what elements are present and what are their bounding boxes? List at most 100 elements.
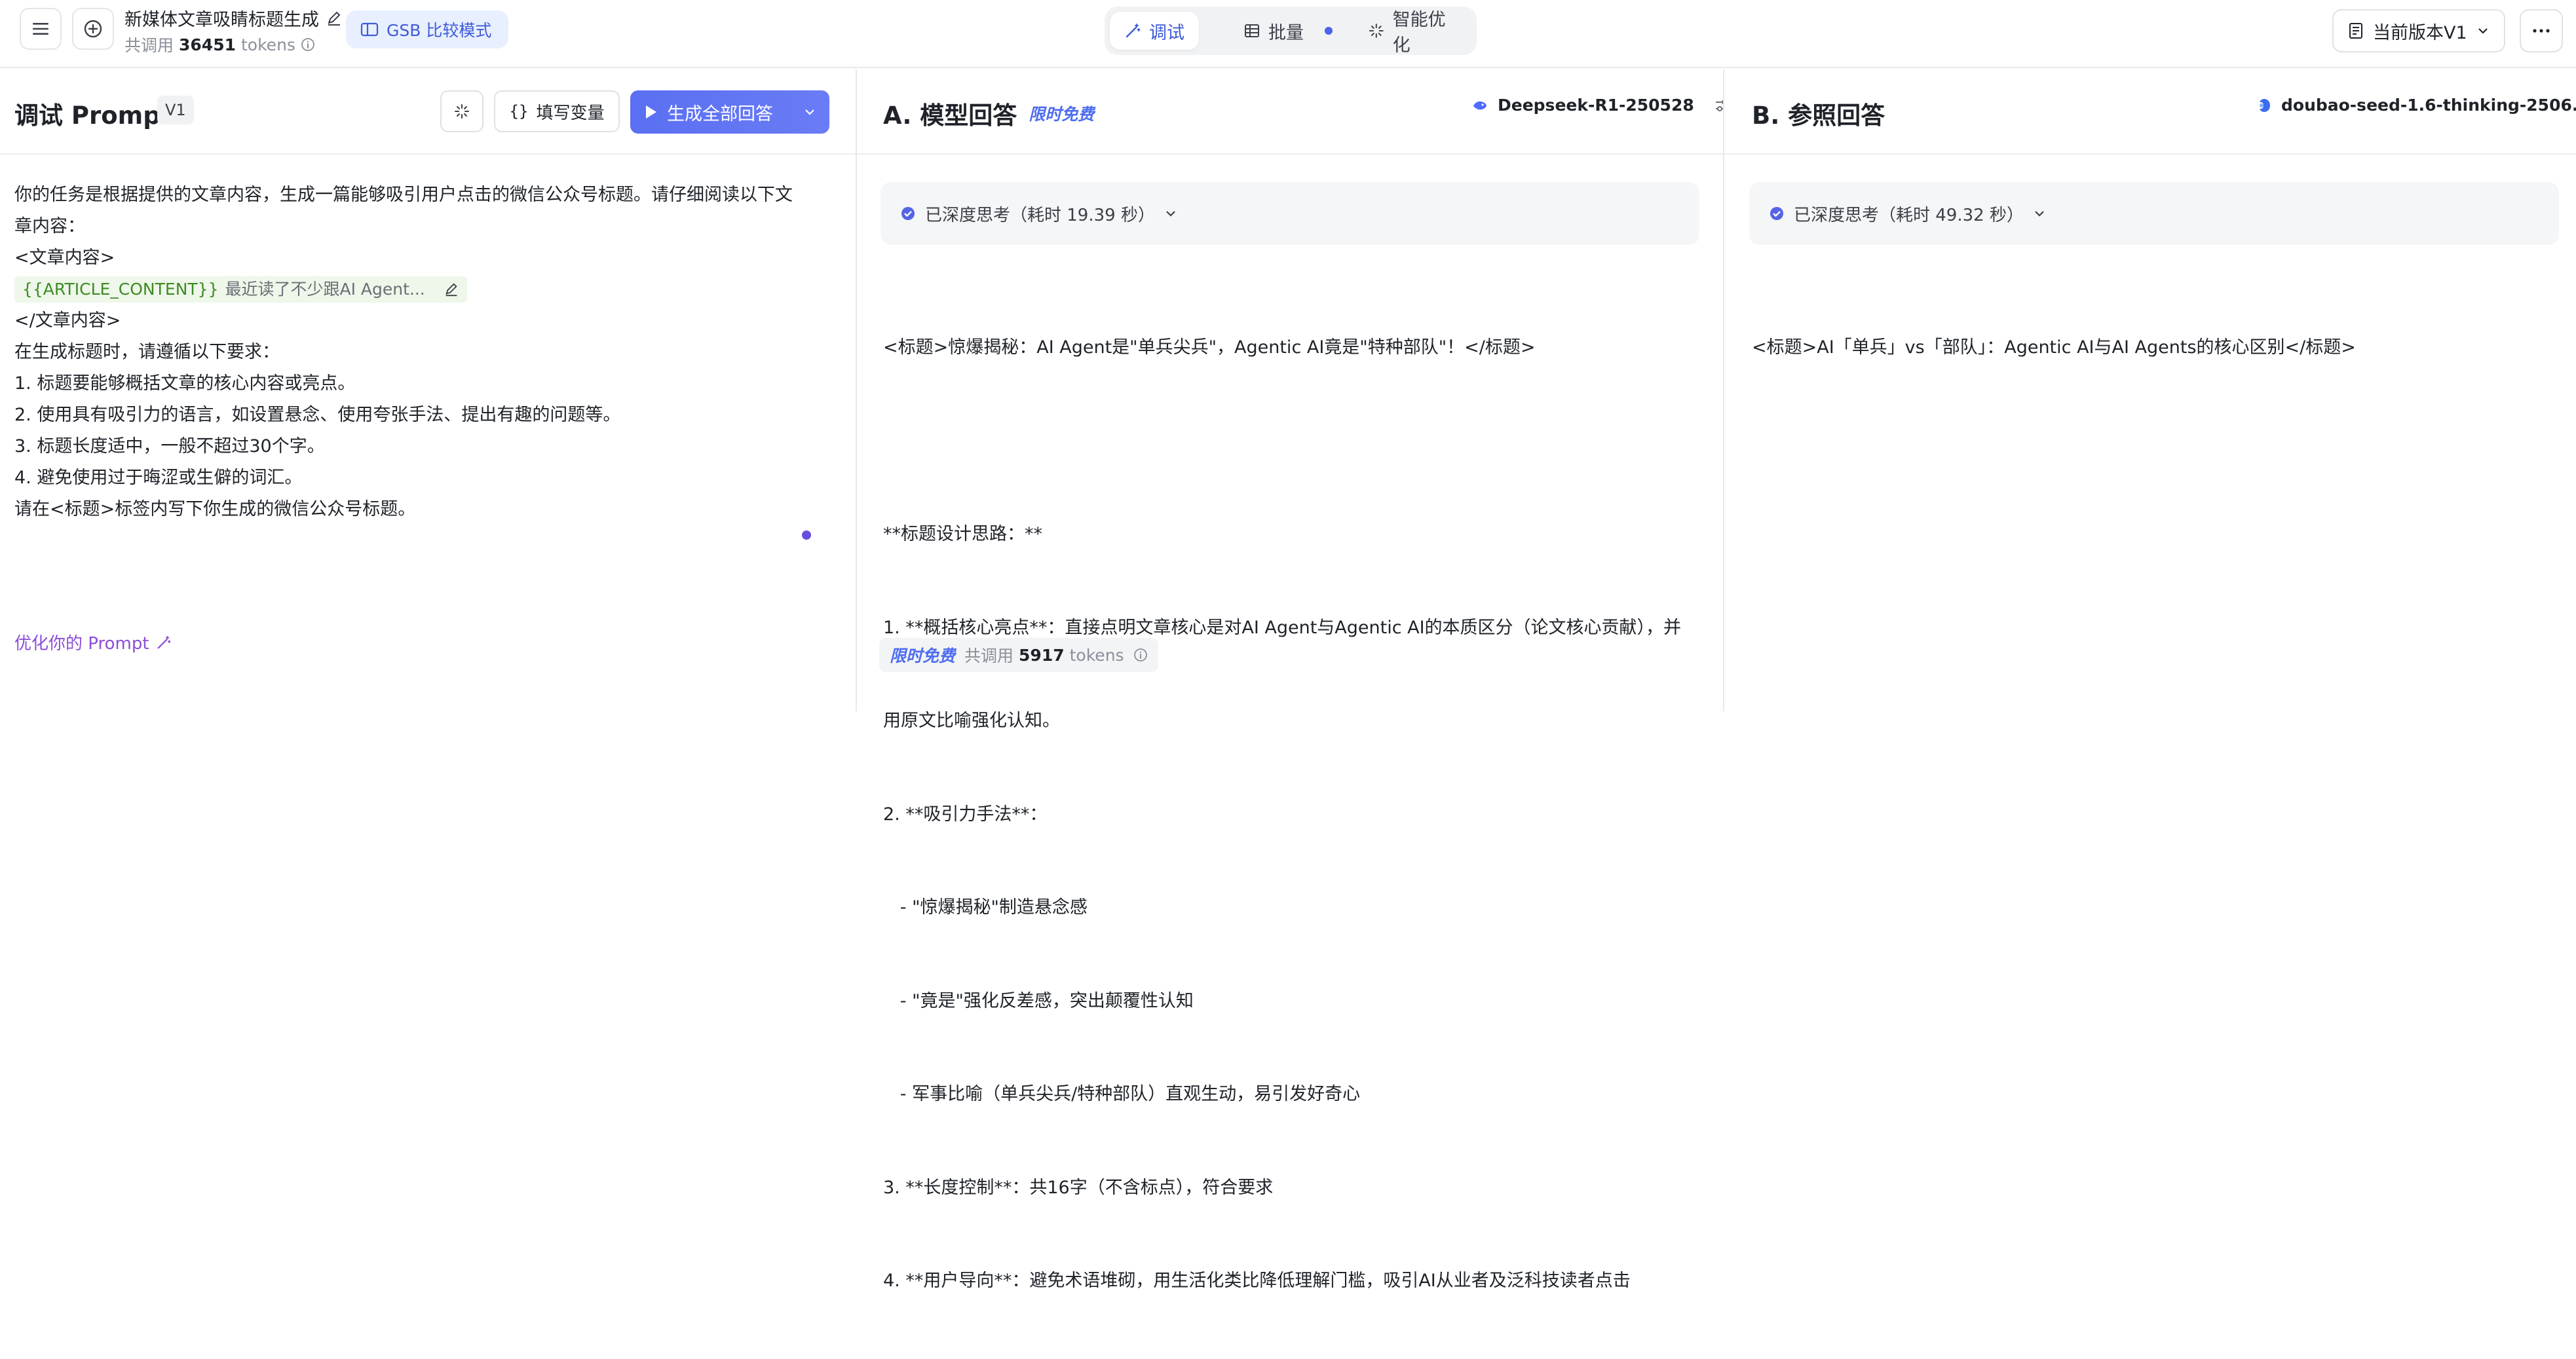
status-dot bbox=[802, 531, 811, 540]
prompt-line: 在生成标题时，请遵循以下要求： bbox=[14, 342, 280, 362]
answer-line: - "竟是"强化反差感，突出颠覆性认知 bbox=[883, 990, 1194, 1011]
answer-line: 4. **用户导向**：避免术语堆砌，用生活化类比降低理解门槛，吸引AI从业者及… bbox=[883, 1271, 1631, 1291]
sparkle-icon bbox=[455, 104, 469, 119]
table-icon bbox=[1245, 24, 1259, 37]
chevron-down-icon[interactable] bbox=[803, 105, 816, 119]
tab-debug[interactable]: 调试 bbox=[1110, 12, 1199, 50]
answer-line: <标题>AI「单兵」vs「部队」：Agentic AI与AI Agents的核心… bbox=[1752, 337, 2356, 358]
compare-columns-icon bbox=[360, 22, 379, 37]
plus-circle-icon bbox=[84, 20, 102, 38]
model-answer-title: A. 模型回答 bbox=[883, 102, 1017, 130]
gsb-compare-mode-button[interactable]: GSB 比较模式 bbox=[346, 10, 509, 48]
fill-variables-button[interactable]: {} 填写变量 bbox=[494, 90, 620, 132]
prompt-line: <文章内容> bbox=[14, 248, 115, 268]
answer-usage-prefix: 共调用 bbox=[964, 646, 1014, 665]
document-icon bbox=[2349, 23, 2362, 39]
gsb-label: GSB 比较模式 bbox=[387, 21, 492, 40]
tab-batch[interactable]: 批量 bbox=[1229, 12, 1347, 50]
answer-line: 用原文比喻强化认知。 bbox=[883, 711, 1060, 731]
info-icon[interactable] bbox=[1133, 648, 1148, 662]
answer-line: - "惊爆揭秘"制造悬念感 bbox=[883, 897, 1088, 918]
menu-icon bbox=[33, 23, 48, 35]
edit-icon[interactable] bbox=[444, 282, 459, 297]
answer-line: 2. **吸引力手法**： bbox=[883, 804, 1048, 825]
tab-debug-label: 调试 bbox=[1149, 22, 1184, 43]
model-answer-text: <标题>惊爆揭秘：AI Agent是"单兵尖兵"，Agentic AI竟是"特种… bbox=[883, 270, 1709, 1359]
wand-icon bbox=[157, 635, 171, 648]
variable-preview: 最近读了不少跟AI Agent... bbox=[225, 280, 425, 299]
doubao-logo-icon bbox=[2260, 98, 2270, 112]
prompt-line: 请在<标题>标签内写下你生成的微信公众号标题。 bbox=[14, 499, 416, 519]
fill-variables-label: 填写变量 bbox=[536, 103, 605, 123]
prompt-variable-line: {{ARTICLE_CONTENT}} 最近读了不少跟AI Agent... bbox=[14, 274, 827, 305]
model-a-name: Deepseek-R1-250528 bbox=[1498, 96, 1694, 115]
usage-unit: tokens bbox=[241, 35, 295, 54]
menu-button[interactable] bbox=[20, 8, 62, 50]
generate-all-button[interactable]: 生成全部回答 bbox=[630, 90, 829, 134]
thinking-toggle-a[interactable]: 已深度思考（耗时 19.39 秒） bbox=[881, 182, 1699, 245]
model-a-select[interactable]: Deepseek-R1-250528 bbox=[1471, 96, 1731, 115]
prompt-panel: 调试 Prompt V1 {} 填写变量 生成全部回答 你的任务是根据提供的文章… bbox=[0, 69, 856, 711]
optimize-prompt-label: 优化你的 Prompt bbox=[14, 634, 149, 654]
answer-line bbox=[883, 426, 1709, 457]
prompt-line: 2. 使用具有吸引力的语言，如设置悬念、使用夸张手法、提出有趣的问题等。 bbox=[14, 405, 621, 425]
variable-chip[interactable]: {{ARTICLE_CONTENT}} 最近读了不少跟AI Agent... bbox=[14, 276, 467, 303]
top-bar: 新媒体文章吸睛标题生成 共调用 36451 tokens GSB 比较模式 调试 bbox=[0, 0, 2576, 68]
check-circle-icon bbox=[901, 207, 915, 220]
usage-prefix: 共调用 bbox=[124, 36, 174, 55]
edit-icon[interactable] bbox=[326, 10, 343, 27]
info-icon[interactable] bbox=[301, 37, 315, 52]
generate-all-label: 生成全部回答 bbox=[667, 103, 773, 124]
prompt-line: 3. 标题长度适中，一般不超过30个字。 bbox=[14, 436, 325, 456]
chevron-down-icon bbox=[2035, 211, 2044, 217]
usage-free-tag: 限时免费 bbox=[890, 646, 956, 665]
usage-count: 36451 bbox=[179, 35, 236, 54]
prompt-title: 新媒体文章吸睛标题生成 bbox=[124, 10, 319, 30]
prompt-line: 4. 避免使用过于晦涩或生僻的词汇。 bbox=[14, 468, 303, 488]
prompt-line: 1. 标题要能够概括文章的核心内容或亮点。 bbox=[14, 373, 356, 394]
prompt-title-area: 新媒体文章吸睛标题生成 bbox=[124, 5, 343, 31]
wand-icon bbox=[1126, 24, 1141, 38]
tab-batch-label: 批量 bbox=[1268, 22, 1304, 43]
magic-settings-button[interactable] bbox=[440, 90, 483, 132]
prompt-panel-title: 调试 Prompt bbox=[14, 102, 172, 130]
prompt-line: </文章内容> bbox=[14, 310, 121, 331]
answer-line: **标题设计思路：** bbox=[883, 524, 1042, 544]
free-tag: 限时免费 bbox=[1029, 105, 1095, 124]
thinking-label-b: 已深度思考（耗时 49.32 秒） bbox=[1794, 205, 2024, 225]
prompt-line: 章内容： bbox=[14, 216, 85, 236]
reference-answer-title: B. 参照回答 bbox=[1752, 102, 1885, 130]
more-dots-icon bbox=[2533, 29, 2550, 33]
variable-name: {{ARTICLE_CONTENT}} bbox=[22, 280, 219, 299]
batch-indicator-dot bbox=[1325, 27, 1333, 35]
version-select[interactable]: 当前版本V1 bbox=[2332, 9, 2505, 52]
prompt-editor[interactable]: 你的任务是根据提供的文章内容，生成一篇能够吸引用户点击的微信公众号标题。请仔细阅… bbox=[14, 179, 827, 525]
reference-answer-header: B. 参照回答 doubao-seed-1.6-thinking-2506... bbox=[1724, 69, 2576, 155]
model-b-select[interactable]: doubao-seed-1.6-thinking-2506... bbox=[2256, 96, 2576, 115]
prompt-panel-header: 调试 Prompt V1 {} 填写变量 生成全部回答 bbox=[0, 69, 856, 155]
chevron-down-icon bbox=[1166, 211, 1175, 217]
prompt-line: 你的任务是根据提供的文章内容，生成一篇能够吸引用户点击的微信公众号标题。请仔细阅… bbox=[14, 185, 793, 205]
play-icon bbox=[646, 105, 656, 119]
model-answer-header: A. 模型回答 限时免费 Deepseek-R1-250528 bbox=[857, 69, 1729, 155]
check-circle-icon bbox=[1770, 207, 1783, 220]
prompt-version-badge: V1 bbox=[157, 96, 194, 124]
reference-answer-panel: B. 参照回答 doubao-seed-1.6-thinking-2506...… bbox=[1724, 69, 2576, 711]
more-button[interactable] bbox=[2520, 9, 2563, 52]
thinking-toggle-b[interactable]: 已深度思考（耗时 49.32 秒） bbox=[1749, 182, 2559, 245]
thinking-label-a: 已深度思考（耗时 19.39 秒） bbox=[925, 205, 1155, 225]
model-b-name: doubao-seed-1.6-thinking-2506... bbox=[2281, 96, 2576, 115]
braces-icon: {} bbox=[509, 102, 529, 121]
model-answer-panel: A. 模型回答 限时免费 Deepseek-R1-250528 已深度思考（耗时… bbox=[857, 69, 1729, 1291]
new-button[interactable] bbox=[72, 8, 114, 50]
deepseek-logo-icon bbox=[1473, 101, 1487, 109]
answer-usage-unit: tokens bbox=[1069, 645, 1124, 665]
model-answer-title-area: A. 模型回答 限时免费 bbox=[883, 96, 1094, 131]
optimize-prompt-link[interactable]: 优化你的 Prompt bbox=[14, 630, 172, 654]
answer-usage-badge: 限时免费 共调用 5917 tokens bbox=[879, 638, 1158, 672]
tab-smart-optimize-label: 智能优化 bbox=[1392, 10, 1446, 56]
tab-smart-optimize[interactable]: 智能优化 bbox=[1354, 10, 1477, 56]
answer-line: 3. **长度控制**：共16字（不含标点），符合要求 bbox=[883, 1177, 1274, 1198]
chevron-down-icon bbox=[2478, 28, 2488, 34]
reference-answer-text: <标题>AI「单兵」vs「部队」：Agentic AI与AI Agents的核心… bbox=[1752, 270, 2558, 426]
